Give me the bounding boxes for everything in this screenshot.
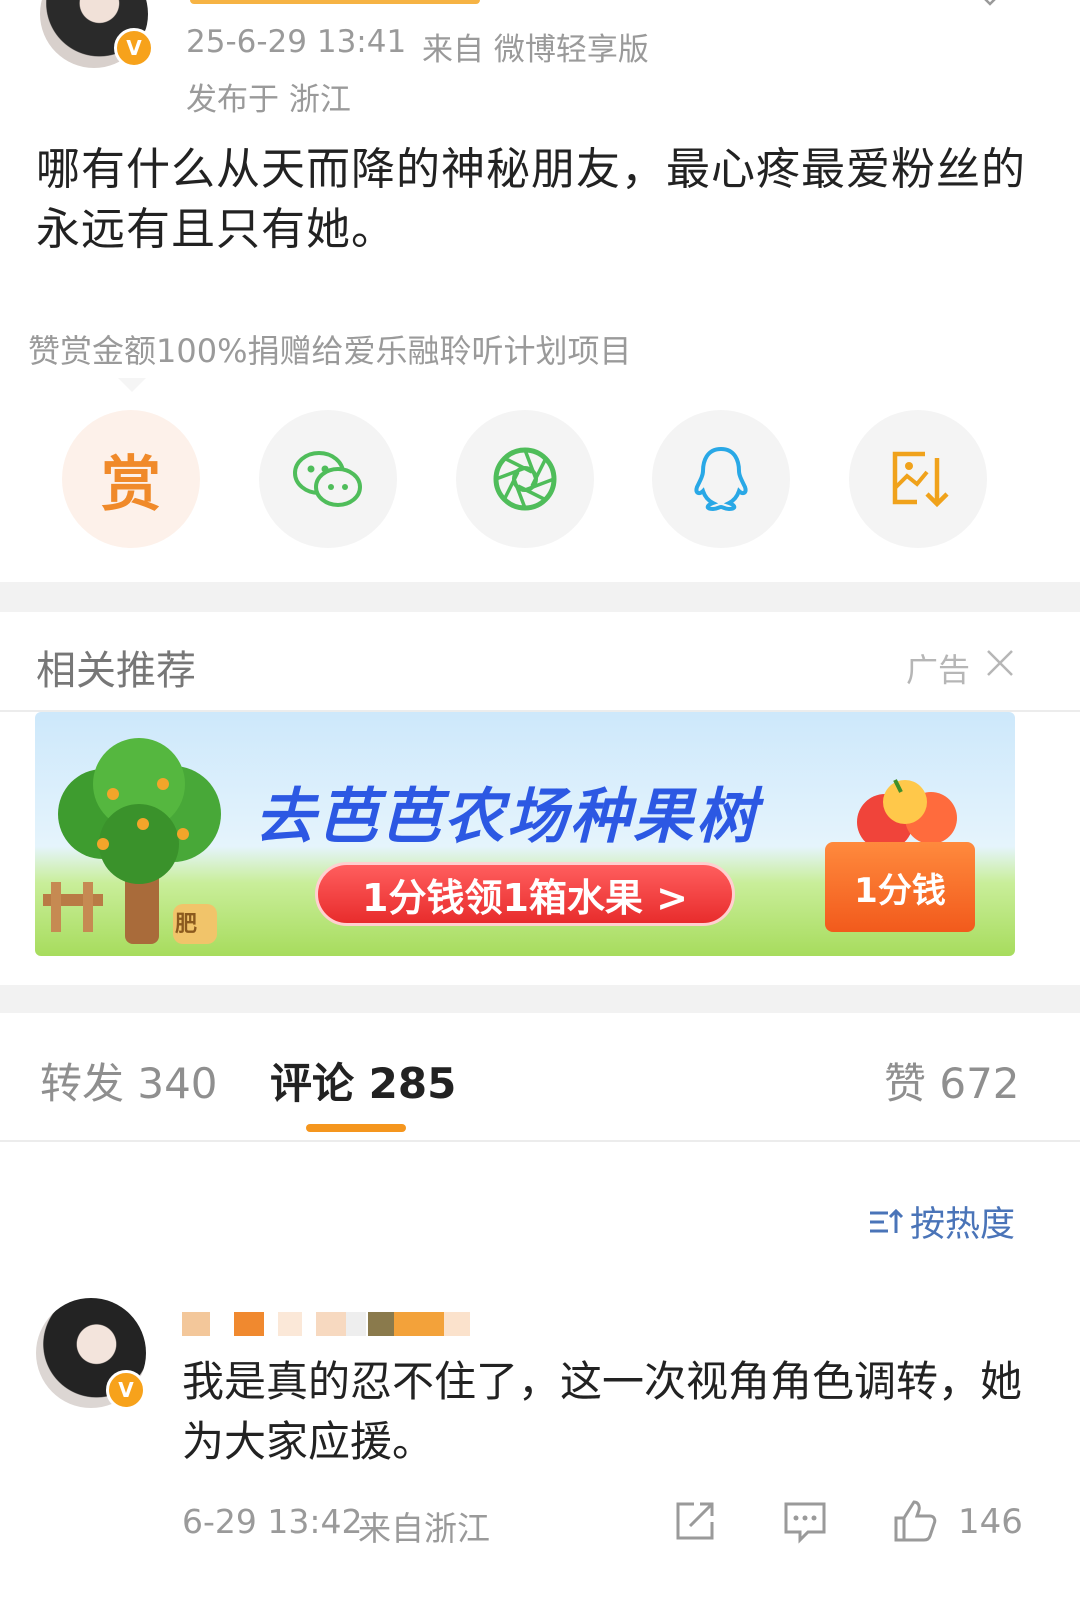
ad-banner[interactable]: 肥 去芭芭农场种果树 1分钱领1箱水果 > 1分钱 [35, 712, 1015, 956]
qq-icon [694, 446, 748, 512]
commenter-name-redacted[interactable] [182, 1312, 472, 1336]
ad-price-box: 1分钱 [825, 842, 975, 932]
ad-label: 广告 [906, 651, 971, 689]
like-count: 146 [958, 1502, 1023, 1542]
active-tab-indicator [306, 1124, 406, 1132]
comment-location: 来自浙江 [358, 1509, 490, 1548]
tooltip-caret [118, 378, 146, 392]
share-qq-button[interactable] [652, 410, 790, 548]
author-name-redacted[interactable] [190, 0, 480, 4]
comment-text: 我是真的忍不住了，这一次视角角色调转，她为大家应援。 [182, 1357, 1023, 1466]
wechat-icon [293, 451, 362, 507]
tab-likes[interactable]: 赞 672 [884, 1050, 1020, 1111]
post-source: 来自 微博轻享版 [422, 32, 649, 68]
tab-comments[interactable]: 评论 285 [270, 1050, 456, 1111]
sort-label: 按热度 [910, 1205, 1016, 1245]
close-icon[interactable] [985, 648, 1015, 678]
reply-icon[interactable] [782, 1498, 828, 1544]
save-image-icon [892, 451, 949, 508]
moments-icon [493, 447, 557, 511]
divider-line [0, 1140, 1080, 1142]
post-location: 发布于 浙江 [186, 82, 351, 118]
verified-badge: V [114, 28, 154, 68]
donation-note: 赞赏金额100%捐赠给爱乐融聆听计划项目 [28, 332, 632, 370]
verified-badge: V [106, 1370, 146, 1410]
share-icon[interactable] [672, 1498, 718, 1544]
tree-illustration [43, 738, 221, 944]
ad-cta-button[interactable]: 1分钱领1箱水果 > [315, 862, 735, 926]
post-text: 哪有什么从天而降的神秘朋友，最心疼最爱粉丝的永远有且只有她。 [36, 144, 1026, 255]
sort-icon [870, 1208, 904, 1233]
fertilizer-label: 肥 [175, 912, 198, 937]
fruit-illustration [857, 779, 957, 850]
save-image-button[interactable] [849, 410, 987, 548]
tab-repost[interactable]: 转发 340 [40, 1050, 218, 1111]
reward-icon: 赏 [101, 449, 161, 520]
reward-button[interactable]: 赏 [62, 410, 200, 548]
post-time: 25-6-29 13:41 [186, 24, 407, 60]
share-wechat-button[interactable] [259, 410, 397, 548]
related-title: 相关推荐 [36, 648, 196, 694]
section-divider [0, 985, 1080, 1013]
favorite-star-icon[interactable] [972, 0, 1008, 14]
comment-time: 6-29 13:42 [182, 1502, 363, 1541]
sort-by-hot[interactable]: 按热度 [868, 1196, 1015, 1247]
section-divider [0, 582, 1080, 612]
share-moments-button[interactable] [456, 410, 594, 548]
ad-title: 去芭芭农场种果树 [255, 782, 759, 852]
like-icon[interactable] [892, 1498, 938, 1544]
